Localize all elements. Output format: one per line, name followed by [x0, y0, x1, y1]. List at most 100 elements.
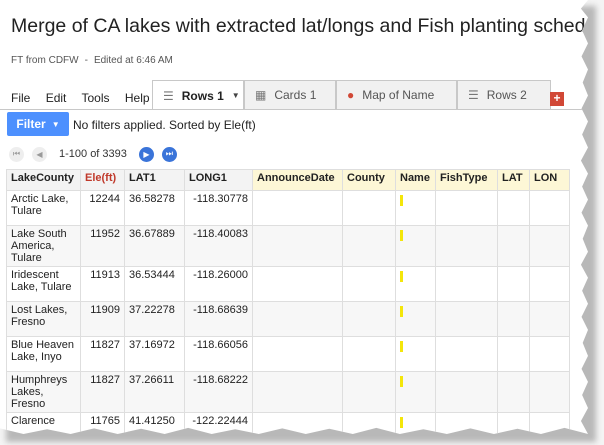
table-cell[interactable]: -118.68639: [184, 301, 253, 337]
col-announcedate[interactable]: AnnounceDate: [252, 169, 343, 191]
table-cell[interactable]: [497, 225, 530, 267]
table-cell[interactable]: Lake South America, Tulare: [6, 225, 81, 267]
menu-file[interactable]: File: [11, 91, 30, 105]
table-cell[interactable]: [395, 371, 436, 413]
table-cell[interactable]: [252, 301, 343, 337]
table-cell[interactable]: 37.26611: [124, 371, 185, 413]
table-cell[interactable]: [435, 336, 498, 372]
tab-cards-1[interactable]: ▦ Cards 1: [244, 80, 336, 109]
table-cell[interactable]: -118.40083: [184, 225, 253, 267]
highlight-marker: [400, 376, 403, 387]
table-cell[interactable]: [529, 225, 570, 267]
tab-rows-1[interactable]: ☰ Rows 1 ▼: [152, 80, 244, 110]
table-cell[interactable]: 37.16972: [124, 336, 185, 372]
tab-rows-2[interactable]: ☰ Rows 2: [457, 80, 551, 109]
screenshot-sheet: Merge of CA lakes with extracted lat/lon…: [0, 0, 588, 434]
source-label: FT from CDFW: [11, 55, 79, 66]
table-cell[interactable]: Humphreys Lakes, Fresno: [6, 371, 81, 413]
col-lakecounty[interactable]: LakeCounty: [6, 169, 81, 191]
table-cell[interactable]: [252, 266, 343, 302]
col-long1[interactable]: LONG1: [184, 169, 253, 191]
table-cell[interactable]: [497, 336, 530, 372]
table-cell[interactable]: [395, 336, 436, 372]
table-cell[interactable]: 36.53444: [124, 266, 185, 302]
table-cell[interactable]: 11827: [80, 336, 125, 372]
table-cell[interactable]: [529, 336, 570, 372]
table-cell[interactable]: -118.26000: [184, 266, 253, 302]
col-lon[interactable]: LON: [529, 169, 570, 191]
subtitle-separator: -: [84, 55, 88, 66]
add-tab-button[interactable]: +: [550, 92, 564, 106]
table-cell[interactable]: [342, 225, 396, 267]
table-row[interactable]: Blue Heaven Lake, Inyo 11827 37.16972 -118.…: [6, 336, 570, 372]
table-cell[interactable]: [435, 225, 498, 267]
table-cell[interactable]: [529, 266, 570, 302]
table-cell[interactable]: 36.58278: [124, 190, 185, 226]
table-cell[interactable]: [435, 190, 498, 226]
table-cell[interactable]: [342, 371, 396, 413]
chevron-down-icon[interactable]: ▼: [232, 91, 240, 100]
table-cell[interactable]: 36.67889: [124, 225, 185, 267]
table-cell[interactable]: Iridescent Lake, Tulare: [6, 266, 81, 302]
table-cell[interactable]: [342, 266, 396, 302]
table-cell[interactable]: [342, 336, 396, 372]
col-lat1[interactable]: LAT1: [124, 169, 185, 191]
table-row[interactable]: Arctic Lake, Tulare 12244 36.58278 -118.307…: [6, 190, 570, 226]
tab-strip: ☰ Rows 1 ▼ ▦ Cards 1 ● Map of Name ☰ Row…: [152, 80, 551, 110]
table-row[interactable]: Lake South America, Tulare 11952 36.67889-…: [6, 225, 570, 267]
table-cell[interactable]: [497, 190, 530, 226]
table-cell[interactable]: Arctic Lake, Tulare: [6, 190, 81, 226]
first-page-icon[interactable]: ⏮: [9, 146, 24, 162]
table-cell[interactable]: [529, 301, 570, 337]
table-cell[interactable]: [497, 301, 530, 337]
filter-button[interactable]: Filter ▼: [7, 112, 69, 136]
table-cell[interactable]: 37.22278: [124, 301, 185, 337]
highlight-marker: [400, 417, 403, 428]
col-fishtype[interactable]: FishType: [435, 169, 498, 191]
menu-edit[interactable]: Edit: [46, 91, 67, 105]
table-cell[interactable]: [395, 301, 436, 337]
table-cell[interactable]: [252, 190, 343, 226]
col-lat[interactable]: LAT: [497, 169, 530, 191]
table-cell[interactable]: [529, 190, 570, 226]
table-cell[interactable]: [252, 371, 343, 413]
table-row[interactable]: Humphreys Lakes, Fresno 11827 37.26611 -118…: [6, 371, 570, 413]
col-county[interactable]: County: [342, 169, 396, 191]
table-cell[interactable]: [435, 266, 498, 302]
table-cell[interactable]: [395, 266, 436, 302]
table-cell[interactable]: [395, 225, 436, 267]
table-row[interactable]: Iridescent Lake, Tulare 11913 36.53444 -118…: [6, 266, 570, 302]
table-cell[interactable]: -118.66056: [184, 336, 253, 372]
next-page-icon[interactable]: ▶: [138, 146, 154, 162]
col-name[interactable]: Name: [395, 169, 436, 191]
table-cell[interactable]: 11909: [80, 301, 125, 337]
table-cell[interactable]: [252, 336, 343, 372]
table-cell[interactable]: [497, 371, 530, 413]
table-cell[interactable]: [342, 301, 396, 337]
table-cell[interactable]: 11913: [80, 266, 125, 302]
table-cell[interactable]: 11952: [80, 225, 125, 267]
table-cell[interactable]: [529, 371, 570, 413]
table-cell[interactable]: -118.30778: [184, 190, 253, 226]
tab-map-of-name[interactable]: ● Map of Name: [336, 80, 457, 109]
table-cell[interactable]: 11827: [80, 371, 125, 413]
menu-help[interactable]: Help: [125, 91, 150, 105]
table-cell[interactable]: 12244: [80, 190, 125, 226]
table-cell[interactable]: [252, 225, 343, 267]
last-page-icon[interactable]: ⏭: [161, 146, 177, 162]
menu-tools[interactable]: Tools: [82, 91, 110, 105]
table-cell[interactable]: -118.68222: [184, 371, 253, 413]
tab-label: Rows 2: [486, 88, 527, 102]
table-cell[interactable]: [342, 190, 396, 226]
table-cell[interactable]: Blue Heaven Lake, Inyo: [6, 336, 81, 372]
prev-page-icon[interactable]: ◀: [32, 146, 47, 162]
table-row[interactable]: Lost Lakes, Fresno 11909 37.22278 -118.6863…: [6, 301, 570, 337]
menu-bar: File Edit Tools Help: [11, 91, 162, 105]
table-cell[interactable]: Lost Lakes, Fresno: [6, 301, 81, 337]
highlight-marker: [400, 271, 403, 282]
table-cell[interactable]: [435, 371, 498, 413]
table-cell[interactable]: [497, 266, 530, 302]
table-cell[interactable]: [395, 190, 436, 226]
table-cell[interactable]: [435, 301, 498, 337]
col-elevation[interactable]: Ele(ft): [80, 169, 125, 191]
